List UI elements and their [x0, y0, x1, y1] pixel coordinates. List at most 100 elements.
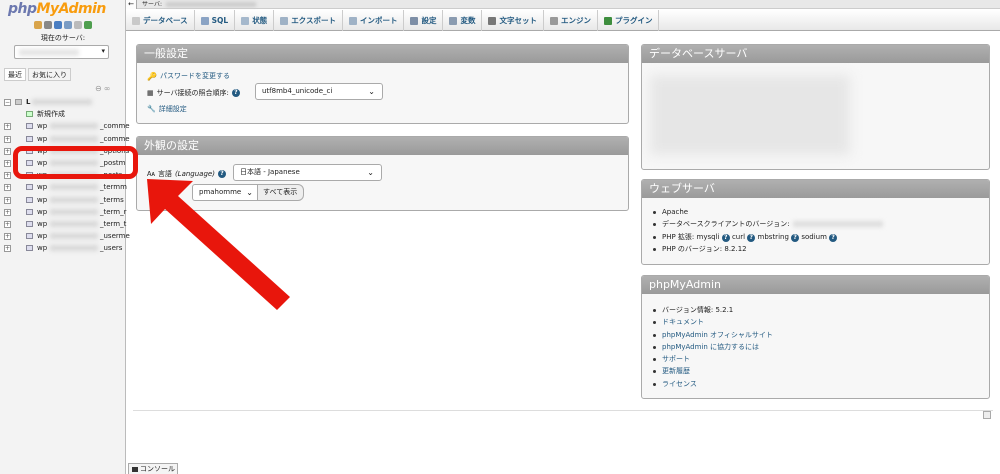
- tab-charset[interactable]: 文字セット: [482, 10, 544, 31]
- collation-icon: ▦: [147, 89, 154, 97]
- reload-icon[interactable]: [84, 21, 92, 29]
- appearance-settings-panel: 外観の設定 🗛 言語 (Language) ? 日本語 - Japanese ⌄…: [136, 136, 629, 211]
- tree-table-item[interactable]: + wp _comme: [4, 120, 130, 132]
- table-icon: [26, 123, 33, 130]
- more-settings-link[interactable]: 詳細設定: [159, 104, 187, 114]
- collapse-icon[interactable]: −: [4, 99, 11, 106]
- docs-icon[interactable]: [64, 21, 72, 29]
- help-icon[interactable]: ?: [747, 233, 756, 242]
- theme-select[interactable]: pmahomme ⌄: [192, 184, 258, 201]
- sql-query-icon[interactable]: [54, 21, 62, 29]
- tree-new-table[interactable]: 新規作成: [4, 108, 126, 120]
- web-server-panel: ウェブサーバ Apache データベースクライアントのバージョン: PHP 拡張…: [641, 179, 990, 265]
- tab-database[interactable]: データベース: [126, 10, 195, 31]
- help-icon[interactable]: ?: [231, 89, 240, 97]
- tree-table-item[interactable]: + wp _term_r: [4, 206, 127, 218]
- expand-icon[interactable]: +: [4, 233, 11, 241]
- collation-select[interactable]: utf8mb4_unicode_ci ⌄: [255, 83, 383, 100]
- tree-table-item[interactable]: + wp _comme: [4, 133, 130, 145]
- tab-status[interactable]: 状態: [235, 10, 275, 31]
- server-select[interactable]: ▾: [14, 45, 109, 59]
- expand-icon[interactable]: +: [4, 245, 11, 253]
- expand-icon[interactable]: +: [4, 184, 11, 192]
- panel-title: phpMyAdmin: [642, 276, 989, 294]
- collapse-all-icon[interactable]: ⊖: [95, 84, 102, 93]
- change-password-link[interactable]: パスワードを変更する: [160, 71, 230, 81]
- tab-engine[interactable]: エンジン: [544, 10, 598, 31]
- table-icon: [26, 220, 33, 227]
- help-icon[interactable]: ?: [217, 170, 226, 178]
- breadcrumb[interactable]: サーバ:: [142, 0, 256, 9]
- table-icon: [26, 184, 33, 191]
- table-icon: [26, 208, 33, 215]
- tree-table-item[interactable]: + wp _term_t: [4, 218, 126, 230]
- expand-icon[interactable]: +: [4, 123, 11, 131]
- new-table-icon: [26, 111, 33, 118]
- tree-table-item[interactable]: + wp _terms: [4, 194, 126, 206]
- phpmyadmin-logo[interactable]: phpMyAdmin: [8, 1, 106, 17]
- redacted-server-info: [650, 75, 850, 155]
- changelog-link[interactable]: 更新履歴: [652, 365, 773, 377]
- view-all-themes-button[interactable]: すべて表示: [257, 184, 304, 201]
- table-icon: [26, 135, 33, 142]
- tree-table-item[interactable]: + wp _options: [4, 145, 129, 157]
- tab-plugin[interactable]: プラグイン: [598, 10, 660, 31]
- console-toggle[interactable]: コンソール: [128, 463, 178, 474]
- variables-icon: [449, 16, 458, 25]
- logout-icon[interactable]: [44, 21, 52, 29]
- expand-icon[interactable]: +: [4, 208, 11, 216]
- page-settings-icon[interactable]: [983, 411, 991, 419]
- tab-recent[interactable]: 最近: [4, 68, 26, 81]
- list-item: データベースクライアントのバージョン:: [652, 218, 883, 230]
- home-icon[interactable]: [34, 21, 42, 29]
- change-password-row[interactable]: 🔑 パスワードを変更する: [147, 71, 230, 81]
- support-link[interactable]: サポート: [652, 353, 773, 365]
- expand-icon[interactable]: +: [4, 172, 11, 180]
- panel-title: 外観の設定: [137, 137, 628, 155]
- official-site-link[interactable]: phpMyAdmin オフィシャルサイト: [652, 329, 773, 341]
- tree-table-item[interactable]: + wp _posts: [4, 169, 126, 181]
- tab-export[interactable]: エクスポート: [274, 10, 343, 31]
- database-icon: [132, 16, 140, 25]
- panel-title: ウェブサーバ: [642, 180, 989, 198]
- sidebar-tabs: 最近 お気に入り: [4, 68, 71, 81]
- tab-sql[interactable]: SQL: [195, 10, 236, 31]
- tab-import[interactable]: インポート: [343, 10, 405, 31]
- engine-icon: [549, 16, 558, 25]
- link-icon[interactable]: ∞: [104, 84, 111, 93]
- license-link[interactable]: ライセンス: [652, 378, 773, 390]
- tree-table-item[interactable]: + wp _userme: [4, 230, 130, 242]
- chevron-down-icon: ⌄: [367, 168, 374, 177]
- table-icon: [26, 196, 33, 203]
- tree-table-item[interactable]: + wp _users: [4, 242, 126, 254]
- table-icon: [26, 147, 33, 154]
- expand-icon[interactable]: +: [4, 135, 11, 143]
- contribute-link[interactable]: phpMyAdmin に協力するには: [652, 341, 773, 353]
- key-icon: 🔑: [147, 71, 157, 81]
- status-icon: [241, 16, 250, 25]
- help-icon[interactable]: ?: [791, 233, 800, 242]
- collapse-sidebar-button[interactable]: ←: [126, 0, 137, 9]
- expand-icon[interactable]: +: [4, 196, 11, 204]
- more-settings-row[interactable]: 🔧 詳細設定: [147, 104, 187, 114]
- expand-icon[interactable]: +: [4, 147, 11, 155]
- tree-db-root[interactable]: − L: [4, 96, 126, 108]
- help-icon[interactable]: ?: [829, 233, 838, 242]
- help-icon[interactable]: ?: [721, 233, 730, 242]
- breadcrumb-bar: ← サーバ:: [126, 0, 1000, 9]
- database-icon: [15, 99, 22, 105]
- version-info: バージョン情報: 5.2.1: [652, 304, 773, 316]
- expand-icon[interactable]: +: [4, 220, 11, 228]
- tab-wrench[interactable]: 設定: [404, 10, 444, 31]
- documentation-link[interactable]: ドキュメント: [652, 316, 773, 328]
- tree-table-item[interactable]: + wp _postm: [4, 157, 126, 169]
- tab-favorites[interactable]: お気に入り: [28, 68, 71, 81]
- expand-icon[interactable]: +: [4, 159, 11, 167]
- chevron-down-icon: ▾: [101, 47, 105, 55]
- plugin-icon: [603, 16, 612, 25]
- settings-icon[interactable]: [74, 21, 82, 29]
- tree-table-item[interactable]: + wp _termm: [4, 181, 127, 193]
- tab-variables[interactable]: 変数: [443, 10, 483, 31]
- language-select[interactable]: 日本語 - Japanese ⌄: [233, 164, 382, 181]
- database-server-panel: データベースサーバ: [641, 44, 990, 170]
